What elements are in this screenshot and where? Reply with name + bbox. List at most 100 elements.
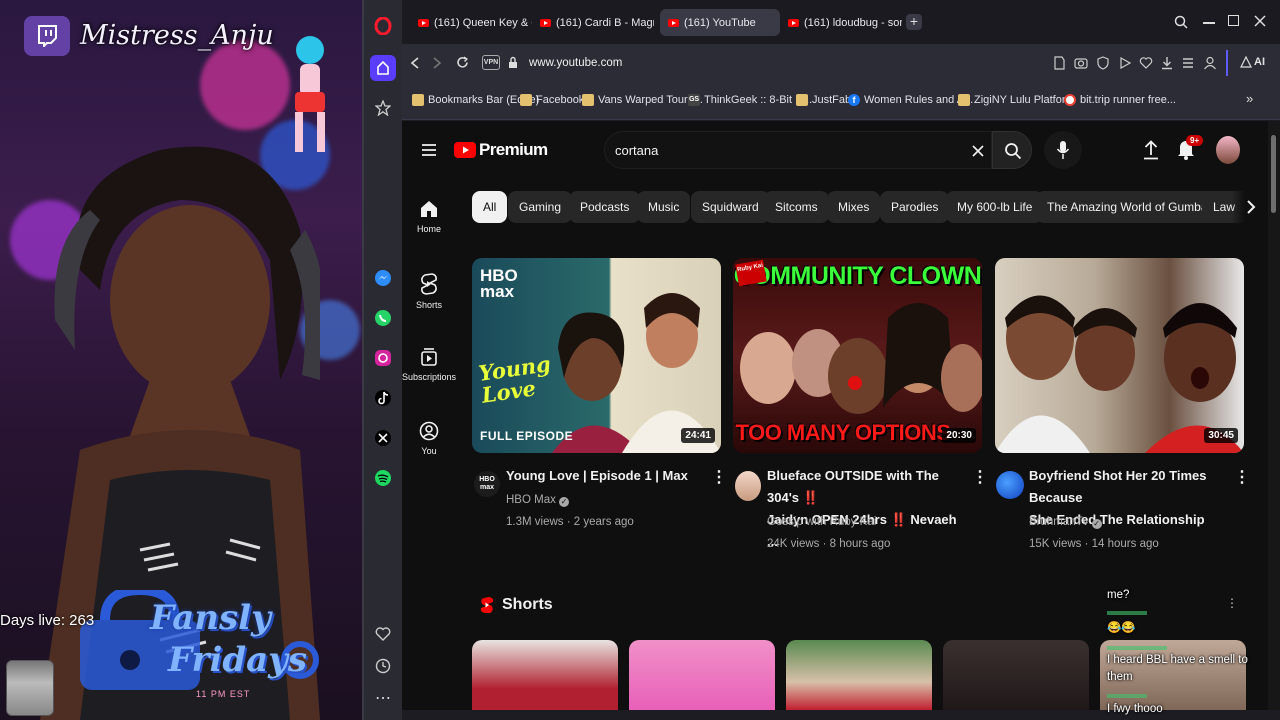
- history-clock-icon[interactable]: [370, 653, 396, 679]
- tab-youtube[interactable]: (161) YouTube: [660, 9, 780, 36]
- url-text[interactable]: www.youtube.com: [529, 57, 622, 69]
- lock-icon[interactable]: [508, 56, 518, 69]
- search-button[interactable]: [992, 131, 1032, 169]
- whatsapp-icon[interactable]: [370, 305, 396, 331]
- search-input[interactable]: cortana: [615, 143, 658, 158]
- player-play-icon[interactable]: [1118, 56, 1132, 70]
- microphone-icon: [1056, 141, 1070, 159]
- x-twitter-icon[interactable]: [370, 425, 396, 451]
- bookmark-item[interactable]: GS ThinkGeek :: 8-Bit D...: [688, 94, 812, 106]
- opera-logo-icon[interactable]: [370, 13, 396, 39]
- bookmark-item[interactable]: Facebook: [520, 94, 584, 106]
- nav-you[interactable]: You: [406, 421, 452, 456]
- bookmark-item[interactable]: Vans Warped Tour /...: [582, 94, 703, 106]
- video-menu-kebab-icon[interactable]: ⋮: [1234, 467, 1250, 487]
- bookmark-label: JustFab: [812, 94, 852, 106]
- video-duration: 20:30: [942, 428, 976, 443]
- back-arrow-icon[interactable]: [410, 57, 420, 69]
- close-window-icon[interactable]: [1254, 15, 1266, 27]
- workspaces-icon[interactable]: [370, 55, 396, 81]
- chip-squidward[interactable]: Squidward: [691, 191, 770, 223]
- scrollbar-thumb[interactable]: [1271, 135, 1276, 213]
- chip-mixes[interactable]: Mixes: [827, 191, 881, 223]
- instagram-icon[interactable]: [370, 345, 396, 371]
- tab-ldoudbug[interactable]: (161) ldoudbug - some du: [780, 9, 902, 36]
- chips-next-button[interactable]: [1232, 191, 1264, 223]
- bookmark-item[interactable]: bit.trip runner free...: [1064, 94, 1176, 106]
- video-thumbnail[interactable]: 30:45: [995, 258, 1244, 453]
- short-thumbnail[interactable]: [472, 640, 618, 710]
- video-menu-kebab-icon[interactable]: ⋮: [711, 467, 727, 487]
- video-title[interactable]: Young Love | Episode 1 | Max: [506, 465, 706, 487]
- address-bar-row: VPN www.youtube.com AI: [402, 44, 1280, 82]
- tiktok-icon[interactable]: [370, 385, 396, 411]
- nav-subscriptions[interactable]: Subscriptions: [402, 347, 456, 382]
- minimize-icon[interactable]: [1203, 22, 1215, 24]
- account-icon[interactable]: [1203, 56, 1217, 70]
- video-thumbnail[interactable]: COMMUNITY CLOWN TOO MANY OPTIONS Ruby Ka…: [733, 258, 982, 453]
- channel-avatar[interactable]: HBO max: [474, 471, 500, 497]
- bookmark-item[interactable]: f Women Rules and A...: [848, 94, 973, 106]
- tab-search-icon[interactable]: [1174, 15, 1188, 29]
- chip-sitcoms[interactable]: Sitcoms: [764, 191, 829, 223]
- chip-parodies[interactable]: Parodies: [880, 191, 950, 223]
- search-box[interactable]: cortana: [604, 131, 992, 169]
- maximize-icon[interactable]: [1228, 15, 1239, 26]
- forward-arrow-icon[interactable]: [432, 57, 442, 69]
- messenger-icon[interactable]: [370, 265, 396, 291]
- chip-amazing-world-of-gumball[interactable]: The Amazing World of Gumball: [1036, 191, 1224, 223]
- nav-home[interactable]: Home: [406, 199, 452, 234]
- chip-gaming[interactable]: Gaming: [508, 191, 573, 223]
- bookmark-item[interactable]: ZigiNY Lulu Platfor...: [958, 94, 1074, 106]
- aria-ai-button[interactable]: AI: [1240, 56, 1265, 68]
- shorts-heading: Shorts: [502, 596, 553, 613]
- notifications-button[interactable]: 9+: [1176, 135, 1204, 165]
- nav-shorts[interactable]: Shorts: [406, 273, 452, 310]
- channel-avatar[interactable]: [735, 471, 761, 501]
- short-thumbnail[interactable]: [629, 640, 775, 710]
- channel-name[interactable]: HBO Max ✓: [506, 489, 570, 511]
- tab-label: (161) ldoudbug - some du: [804, 16, 902, 29]
- home-icon: [421, 201, 437, 217]
- gs-site-icon: GS: [688, 94, 700, 106]
- camera-snapshot-icon[interactable]: [1074, 56, 1088, 70]
- new-tab-plus-icon[interactable]: +: [906, 14, 922, 30]
- tab-cardi-b[interactable]: (161) Cardi B - Magnet (Ly: [532, 9, 654, 36]
- bookmarks-overflow-chevron-icon[interactable]: »: [1246, 91, 1253, 106]
- download-icon[interactable]: [1160, 56, 1174, 70]
- chip-my-600-lb-life[interactable]: My 600-lb Life: [946, 191, 1044, 223]
- channel-name[interactable]: BruhmanTv ✓: [1029, 511, 1102, 533]
- bookmark-item[interactable]: JustFab: [796, 94, 851, 106]
- channel-avatar[interactable]: [996, 471, 1024, 499]
- shield-icon[interactable]: [1096, 56, 1110, 70]
- heart-icon[interactable]: [370, 621, 396, 647]
- vpn-badge[interactable]: VPN: [482, 55, 500, 70]
- short-thumbnail[interactable]: [943, 640, 1089, 710]
- chip-all[interactable]: All: [472, 191, 508, 223]
- clear-search-icon[interactable]: [972, 145, 984, 157]
- favorite-heart-icon[interactable]: [1139, 56, 1153, 70]
- chip-podcasts[interactable]: Podcasts: [569, 191, 641, 223]
- chip-music[interactable]: Music: [637, 191, 691, 223]
- hamburger-menu-icon[interactable]: [422, 143, 436, 157]
- user-avatar[interactable]: [1216, 136, 1240, 164]
- channel-name[interactable]: Gossip with Ruby Kai: [767, 511, 876, 533]
- menu-lines-icon[interactable]: [1182, 57, 1194, 69]
- video-thumbnail[interactable]: HBO max Young Love FULL EPISODE 24:41: [472, 258, 721, 453]
- spotify-icon[interactable]: [370, 465, 396, 491]
- twitch-icon: [38, 25, 57, 47]
- reload-icon[interactable]: [456, 56, 469, 69]
- tab-queen-key[interactable]: (161) Queen Key & GloRill: [410, 9, 532, 36]
- page-action-icon[interactable]: [1053, 56, 1065, 70]
- video-title-line: Blueface OUTSIDE with The 304's ‼️: [767, 468, 939, 505]
- voice-search-button[interactable]: [1044, 131, 1082, 169]
- video-menu-kebab-icon[interactable]: ⋮: [972, 467, 988, 487]
- bookmark-label: bit.trip runner free...: [1080, 94, 1176, 106]
- folder-icon: [520, 94, 532, 106]
- upload-icon[interactable]: [1143, 140, 1159, 160]
- more-dots-icon[interactable]: ⋯: [370, 685, 396, 711]
- youtube-premium-logo[interactable]: Premium: [454, 140, 548, 160]
- google-icon: [1064, 94, 1076, 106]
- short-thumbnail[interactable]: [786, 640, 932, 710]
- pinboards-star-icon[interactable]: [370, 95, 396, 121]
